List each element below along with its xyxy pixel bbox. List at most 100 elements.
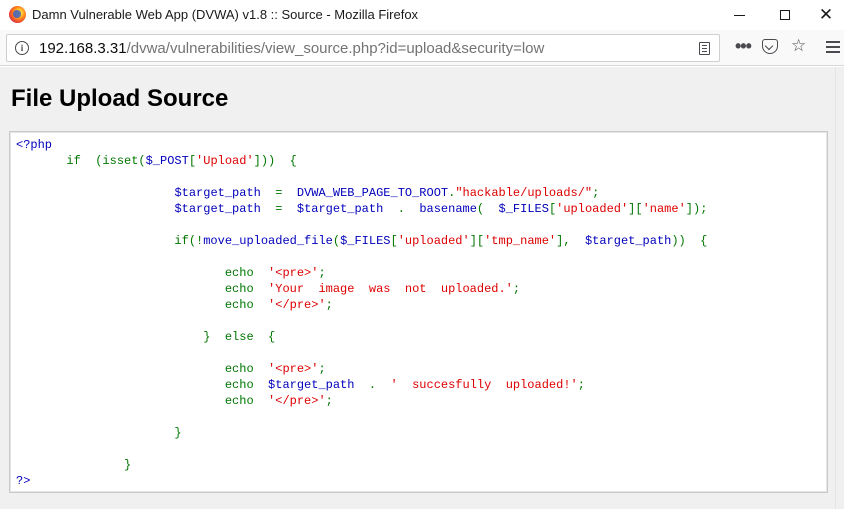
- code-token: ;: [325, 394, 333, 408]
- code-token: $target_path: [584, 234, 672, 248]
- url-path: /dvwa/vulnerabilities/view_source.php?id…: [126, 40, 545, 57]
- code-line: echo '</pre>';: [16, 393, 707, 409]
- code-token: .: [361, 378, 391, 392]
- code-token: 'Upload': [196, 154, 254, 168]
- code-token: ;: [592, 186, 600, 200]
- vertical-scrollbar[interactable]: [835, 67, 844, 509]
- code-token: .: [390, 202, 420, 216]
- code-token: (: [476, 202, 499, 216]
- code-token: }: [16, 458, 132, 472]
- more-dots-icon[interactable]: •••: [735, 37, 752, 55]
- code-token: $_POST: [145, 154, 189, 168]
- code-token: '<pre>': [268, 266, 319, 280]
- source-code-box: <?php if (isset($_POST['Upload'])) { $ta…: [9, 131, 828, 493]
- code-token: '</pre>': [268, 298, 326, 312]
- url-host: 192.168.3.31: [39, 40, 127, 57]
- code-token: '<pre>': [268, 362, 319, 376]
- code-token: =: [268, 202, 297, 216]
- code-token: ;: [318, 362, 326, 376]
- code-line: }: [16, 425, 707, 441]
- code-token: }: [16, 426, 182, 440]
- code-token: 'tmp_name': [484, 234, 557, 248]
- code-token: $target_path: [174, 186, 269, 200]
- code-token: 'uploaded': [556, 202, 629, 216]
- star-icon[interactable]: ☆: [791, 37, 806, 54]
- code-token: $target_path: [296, 202, 391, 216]
- code-token: [: [188, 154, 197, 168]
- code-token: $_FILES: [340, 234, 391, 248]
- address-bar[interactable]: i 192.168.3.31/dvwa/vulnerabilities/view…: [6, 34, 720, 62]
- info-icon[interactable]: i: [15, 41, 29, 55]
- page-content: File Upload Source <?php if (isset($_POS…: [0, 67, 835, 509]
- code-line: $target_path = $target_path . basename( …: [16, 201, 707, 217]
- minimize-button[interactable]: [716, 0, 762, 30]
- code-line: $target_path = DVWA_WEB_PAGE_TO_ROOT."ha…: [16, 185, 707, 201]
- source-code: <?php if (isset($_POST['Upload'])) { $ta…: [16, 137, 707, 489]
- code-token: ;: [325, 298, 333, 312]
- maximize-button[interactable]: [762, 0, 808, 30]
- code-token: <?php: [16, 138, 53, 152]
- code-token: (: [332, 234, 341, 248]
- code-line: echo $target_path . ' succesfully upload…: [16, 377, 707, 393]
- code-token: 'name': [642, 202, 686, 216]
- code-token: ])) {: [253, 154, 297, 168]
- code-token: 'uploaded': [397, 234, 470, 248]
- code-token: basename: [419, 202, 477, 216]
- close-icon: ✕: [818, 5, 834, 24]
- code-token: move_uploaded_file: [203, 234, 333, 248]
- navigation-bar: i 192.168.3.31/dvwa/vulnerabilities/view…: [0, 30, 844, 66]
- code-token: $target_path: [174, 202, 269, 216]
- code-line: }: [16, 457, 707, 473]
- code-token: "hackable/uploads/": [455, 186, 593, 200]
- hamburger-menu-icon[interactable]: [826, 41, 840, 43]
- code-token: ?>: [16, 474, 31, 488]
- code-line: <?php: [16, 137, 707, 153]
- code-token: DVWA_WEB_PAGE_TO_ROOT: [296, 186, 449, 200]
- code-token: ;: [577, 378, 585, 392]
- code-token: $_FILES: [498, 202, 549, 216]
- code-token: echo: [16, 266, 269, 280]
- code-token: [: [390, 234, 398, 248]
- code-token: ],: [556, 234, 585, 248]
- close-button[interactable]: ✕: [808, 0, 844, 30]
- url-text[interactable]: 192.168.3.31/dvwa/vulnerabilities/view_s…: [39, 40, 544, 57]
- page-title: File Upload Source: [11, 85, 229, 112]
- code-line: } else {: [16, 329, 707, 345]
- code-line: echo '</pre>';: [16, 297, 707, 313]
- code-token: )) {: [671, 234, 708, 248]
- code-token: 'Your image was not uploaded.': [268, 282, 513, 296]
- code-line: echo '<pre>';: [16, 361, 707, 377]
- code-token: ' succesfully uploaded!': [390, 378, 578, 392]
- code-token: ;: [512, 282, 521, 296]
- code-token: ][: [628, 202, 643, 216]
- code-token: } else {: [16, 330, 276, 344]
- code-token: if(!: [16, 234, 204, 248]
- code-token: $target_path: [268, 378, 362, 392]
- code-token: '</pre>': [268, 394, 326, 408]
- code-token: echo: [16, 282, 269, 296]
- code-token: ;: [318, 266, 326, 280]
- firefox-logo-icon: [9, 6, 26, 23]
- code-line: echo '<pre>';: [16, 265, 707, 281]
- code-line: ?>: [16, 473, 707, 489]
- reader-view-icon[interactable]: [699, 42, 710, 55]
- code-token: ][: [469, 234, 485, 248]
- browser-window: Damn Vulnerable Web App (DVWA) v1.8 :: S…: [0, 0, 844, 509]
- code-token: ]);: [685, 202, 708, 216]
- code-token: echo: [16, 362, 269, 376]
- code-token: echo: [16, 378, 269, 392]
- minimize-icon: [733, 14, 745, 16]
- code-token: if (isset(: [16, 154, 146, 168]
- code-token: echo: [16, 394, 269, 408]
- code-line: if (isset($_POST['Upload'])) {: [16, 153, 707, 169]
- pocket-icon[interactable]: [762, 39, 778, 54]
